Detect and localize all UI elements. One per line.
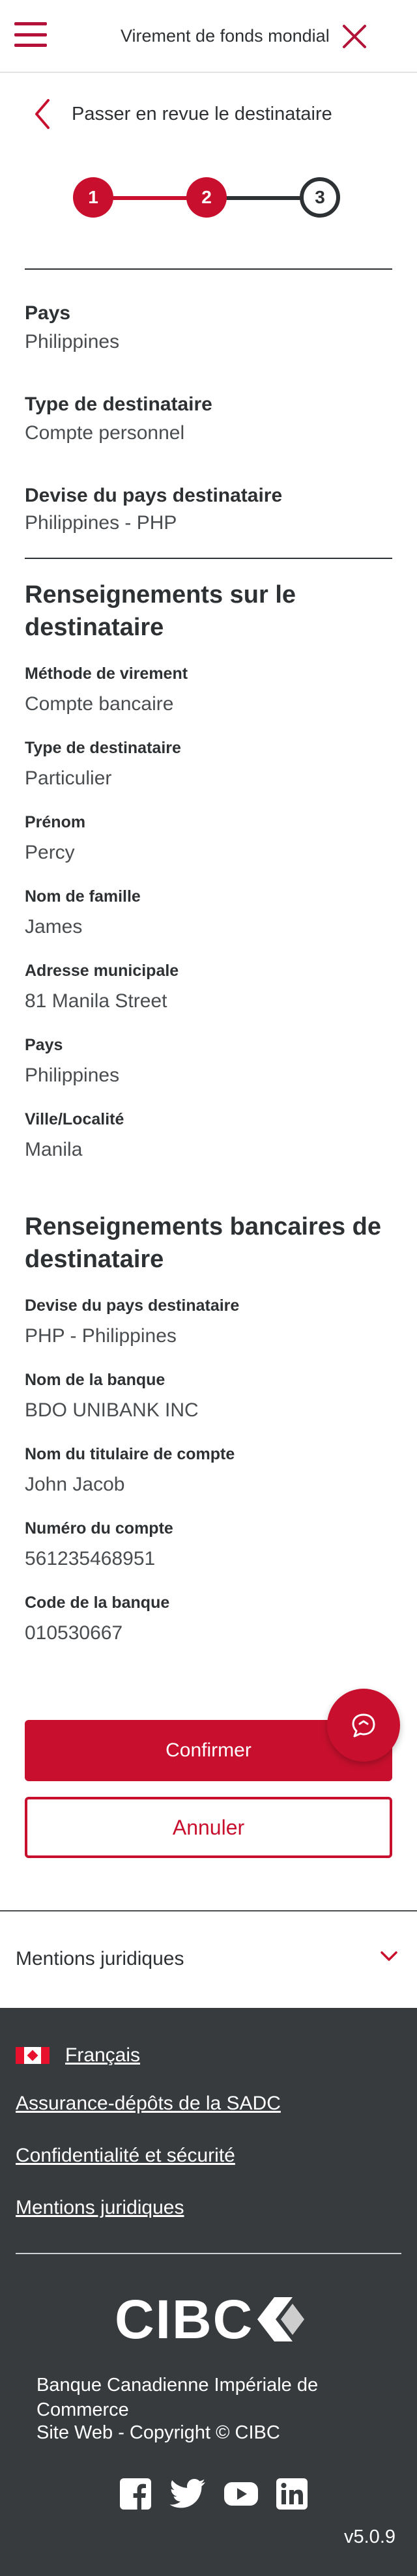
- logo-wordmark: CIBC: [115, 2289, 254, 2350]
- field-value: Compte bancaire: [25, 693, 174, 715]
- recipient-section-title: Renseignements sur le destinataire: [25, 581, 296, 641]
- field-label: Adresse municipale: [25, 962, 179, 980]
- language-switch[interactable]: Français: [16, 2044, 140, 2067]
- step-3: 3: [300, 177, 340, 218]
- linkedin-icon[interactable]: [276, 2478, 308, 2510]
- field-label: Numéro du compte: [25, 1519, 173, 1538]
- legal-accordion[interactable]: Mentions juridiques: [0, 1910, 417, 2008]
- currency-value: Philippines - PHP: [25, 512, 177, 534]
- footer-divider: [16, 2253, 401, 2254]
- legal-accordion-label: Mentions juridiques: [16, 1948, 184, 1969]
- chevron-down-icon: [381, 1951, 397, 1961]
- menu-icon[interactable]: [14, 22, 47, 47]
- currency-label: Devise du pays destinataire: [25, 485, 283, 506]
- field-label: Nom du titulaire de compte: [25, 1445, 235, 1463]
- field-value: Particulier: [25, 767, 112, 789]
- language-link[interactable]: Français: [65, 2044, 140, 2067]
- footer-link-privacy[interactable]: Confidentialité et sécurité: [16, 2145, 235, 2167]
- field-label: Nom de famille: [25, 887, 141, 906]
- field-value: BDO UNIBANK INC: [25, 1399, 199, 1421]
- divider: [25, 558, 392, 559]
- chat-icon: [352, 1713, 375, 1738]
- chat-button[interactable]: [327, 1689, 400, 1762]
- recipient-type-value: Compte personnel: [25, 422, 185, 444]
- field-label: Prénom: [25, 813, 86, 831]
- country-label: Pays: [25, 302, 71, 324]
- footer-link-legal[interactable]: Mentions juridiques: [16, 2197, 184, 2219]
- cibc-chevron-icon: [257, 2297, 305, 2341]
- close-icon[interactable]: [341, 23, 367, 50]
- cibc-logo: CIBC: [115, 2292, 307, 2347]
- field-value: Philippines: [25, 1065, 120, 1086]
- divider: [25, 268, 392, 270]
- youtube-icon[interactable]: [224, 2481, 258, 2507]
- field-label: Nom de la banque: [25, 1371, 165, 1389]
- field-label: Code de la banque: [25, 1594, 170, 1612]
- top-bar: Virement de fonds mondial: [0, 0, 417, 73]
- bank-name: Banque Canadienne Impériale de Commerce: [36, 2375, 319, 2420]
- field-value: John Jacob: [25, 1474, 125, 1495]
- back-link[interactable]: Passer en revue le destinataire: [33, 98, 332, 130]
- canada-flag-icon: [16, 2047, 50, 2064]
- field-label: Pays: [25, 1036, 63, 1054]
- field-label: Devise du pays destinataire: [25, 1296, 240, 1315]
- country-value: Philippines: [25, 331, 120, 352]
- progress-stepper: 1 2 3: [73, 177, 340, 218]
- field-label: Ville/Localité: [25, 1110, 124, 1128]
- field-value: Manila: [25, 1139, 83, 1160]
- back-label: Passer en revue le destinataire: [72, 103, 332, 124]
- copyright: Site Web - Copyright © CIBC: [36, 2422, 280, 2443]
- footer-link-cdic[interactable]: Assurance-dépôts de la SADC: [16, 2093, 281, 2115]
- field-value: 81 Manila Street: [25, 990, 167, 1012]
- page-title: Virement de fonds mondial: [121, 26, 330, 46]
- step-2: 2: [186, 177, 227, 218]
- bank-section-title: Renseignements bancaires de destinataire: [25, 1213, 381, 1273]
- twitter-icon[interactable]: [169, 2478, 206, 2510]
- field-value: James: [25, 916, 83, 937]
- field-value: 010530667: [25, 1622, 123, 1644]
- cancel-button[interactable]: Annuler: [25, 1797, 392, 1858]
- field-label: Type de destinataire: [25, 739, 181, 757]
- app-version: v5.0.9: [344, 2526, 395, 2547]
- footer: Français Assurance-dépôts de la SADC Con…: [0, 2008, 417, 2576]
- field-value: Percy: [25, 842, 75, 863]
- chevron-left-icon: [35, 99, 50, 129]
- social-links: [120, 2478, 326, 2510]
- field-value: 561235468951: [25, 1548, 156, 1569]
- step-1: 1: [73, 177, 113, 218]
- facebook-icon[interactable]: [120, 2478, 151, 2510]
- field-label: Méthode de virement: [25, 665, 188, 683]
- recipient-type-label: Type de destinataire: [25, 394, 212, 415]
- field-value: PHP - Philippines: [25, 1325, 177, 1347]
